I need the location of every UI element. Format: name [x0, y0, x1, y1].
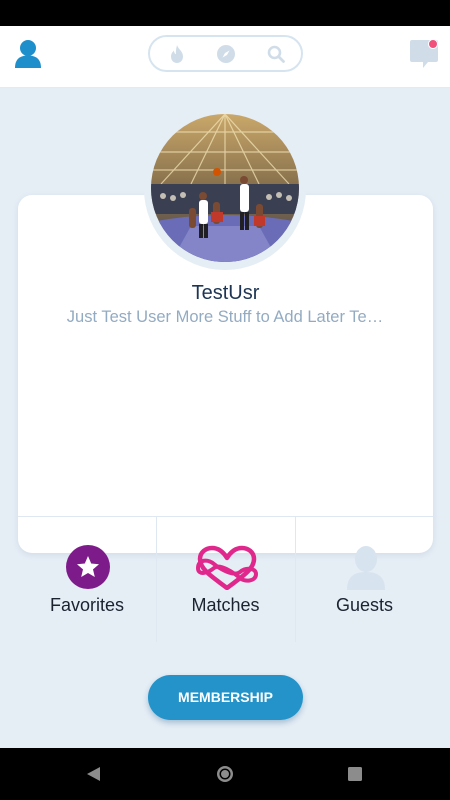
favorites-label: Favorites — [49, 595, 125, 615]
profile-button[interactable] — [14, 38, 42, 70]
search-icon — [267, 45, 285, 63]
nav-discover-button[interactable] — [167, 44, 187, 64]
recents-button[interactable] — [345, 764, 365, 784]
notification-dot — [428, 39, 438, 49]
profile-bio: Just Test User More Stuff to Add Later T… — [66, 308, 384, 326]
matches-tile[interactable]: Matches — [156, 517, 294, 642]
compass-icon — [217, 45, 235, 63]
profile-username: TestUsr — [191, 282, 260, 304]
guests-tile[interactable]: Guests — [295, 517, 433, 642]
user-icon — [15, 40, 41, 68]
recents-square-icon — [348, 767, 362, 781]
system-nav-bar — [0, 748, 450, 800]
guests-label: Guests — [335, 595, 394, 615]
status-bar — [0, 0, 450, 26]
stats-row: Favorites Matches Guests — [18, 516, 433, 642]
guest-user-icon — [347, 546, 385, 590]
infinity-heart-icon — [196, 545, 258, 590]
back-triangle-icon — [87, 767, 100, 781]
nav-explore-button[interactable] — [216, 44, 236, 64]
star-icon — [66, 545, 110, 589]
flame-icon — [171, 45, 183, 63]
matches-label: Matches — [191, 595, 260, 615]
avatar[interactable] — [151, 114, 299, 262]
favorites-tile[interactable]: Favorites — [18, 517, 156, 642]
back-button[interactable] — [84, 764, 104, 784]
avatar-photo — [151, 114, 299, 262]
home-button[interactable] — [215, 764, 235, 784]
app-header — [0, 26, 450, 88]
home-circle-icon — [217, 766, 233, 782]
nav-search-button[interactable] — [266, 44, 286, 64]
profile-screen: TestUsr Just Test User More Stuff to Add… — [0, 88, 450, 748]
nav-pill — [148, 35, 303, 72]
membership-button[interactable]: MEMBERSHIP — [148, 675, 303, 720]
